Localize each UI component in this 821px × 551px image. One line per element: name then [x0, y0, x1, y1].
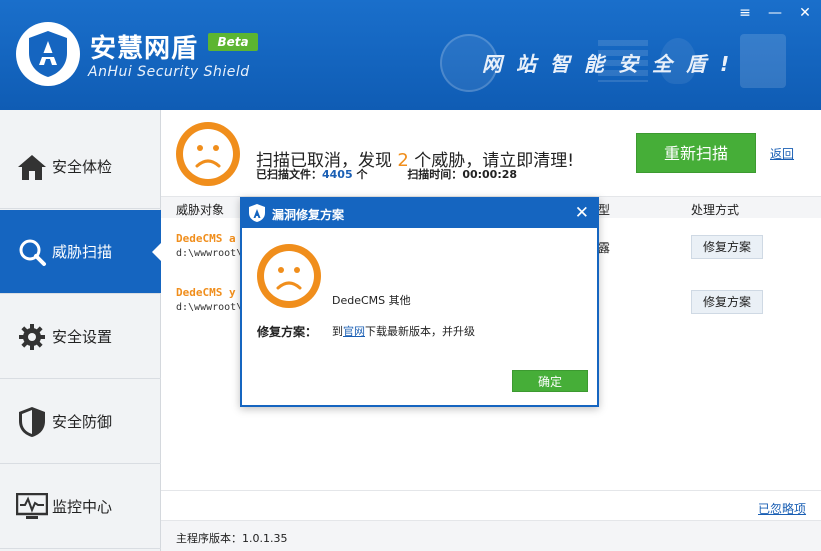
threat-name: DedeCMS y [176, 286, 236, 299]
back-link[interactable]: 返回 [770, 145, 794, 162]
close-button[interactable]: ✕ [794, 4, 816, 22]
scan-stats: 已扫描文件：4405 个 扫描时间：00:00:28 [256, 168, 518, 181]
sidebar-item-label: 安全防御 [52, 413, 113, 431]
sidebar-item-label: 安全设置 [52, 328, 113, 346]
shield-icon [16, 406, 48, 438]
divider [161, 490, 821, 491]
sad-face-icon [176, 122, 240, 186]
sidebar-item-label: 威胁扫描 [52, 243, 113, 261]
menu-button[interactable]: ≡ [734, 4, 756, 22]
device-icon [740, 34, 786, 88]
confirm-button[interactable]: 确定 [512, 370, 588, 392]
gear-icon [16, 321, 48, 353]
version-text: 主程序版本：1.0.1.35 [176, 532, 288, 545]
sidebar-item-label: 安全体检 [52, 158, 113, 176]
search-icon [16, 236, 48, 268]
fix-plan-button[interactable]: 修复方案 [691, 290, 763, 314]
dialog-close-button[interactable]: ✕ [575, 202, 589, 224]
fix-plan-text: 到官网下载最新版本，并升级 [332, 325, 475, 338]
vulnerability-name: DedeCMS 其他 [332, 294, 411, 307]
sidebar-item-health-check[interactable]: 安全体检 [0, 125, 161, 209]
sidebar-item-security-settings[interactable]: 安全设置 [0, 295, 161, 379]
shield-logo-icon [29, 31, 67, 77]
dialog-title: 漏洞修复方案 [272, 208, 345, 222]
files-count: 4405 [322, 168, 353, 181]
sidebar-item-security-defense[interactable]: 安全防御 [0, 380, 161, 464]
fix-plan-label: 修复方案： [257, 325, 318, 339]
threat-path: d:\wwwroot\ [176, 248, 243, 259]
rescan-button[interactable]: 重新扫描 [636, 133, 756, 173]
sad-face-icon [257, 244, 321, 308]
column-header: 威胁对象 [176, 203, 225, 217]
sidebar-item-monitor-center[interactable]: 监控中心 [0, 465, 161, 549]
fix-plan-dialog: 漏洞修复方案 ✕ DedeCMS 其他 修复方案： 到官网下载最新版本，并升级 … [240, 197, 599, 407]
home-icon [16, 151, 48, 183]
beta-badge: Beta [208, 33, 258, 51]
threat-name: DedeCMS a [176, 232, 236, 245]
app-title: 安慧网盾 [90, 34, 199, 64]
app-logo [16, 22, 80, 86]
column-header: 处理方式 [691, 203, 740, 217]
fix-plan-button[interactable]: 修复方案 [691, 235, 763, 259]
app-header: 安慧网盾 Beta AnHui Security Shield 网站智能安全盾!… [0, 0, 821, 110]
sidebar-item-threat-scan[interactable]: 威胁扫描 [0, 210, 162, 294]
sidebar-item-label: 监控中心 [52, 498, 113, 516]
official-site-link[interactable]: 官网 [343, 325, 365, 338]
monitor-icon [16, 491, 48, 523]
threat-type: 露 [598, 241, 611, 255]
ignored-items-link[interactable]: 已忽略项 [758, 500, 806, 517]
shield-logo-icon [249, 204, 265, 222]
status-bar: 主程序版本：1.0.1.35 [161, 520, 821, 551]
threat-path: d:\wwwroot\ [176, 302, 243, 313]
slogan: 网站智能安全盾! [482, 52, 744, 76]
sidebar: 安全体检 威胁扫描 安全设置 安全防御 监控中心 [0, 110, 162, 551]
dialog-titlebar: 漏洞修复方案 ✕ [242, 199, 597, 228]
minimize-button[interactable]: — [764, 4, 786, 22]
app-subtitle: AnHui Security Shield [88, 64, 250, 80]
scan-time: 00:00:28 [462, 168, 518, 181]
column-header: 型 [598, 203, 611, 217]
